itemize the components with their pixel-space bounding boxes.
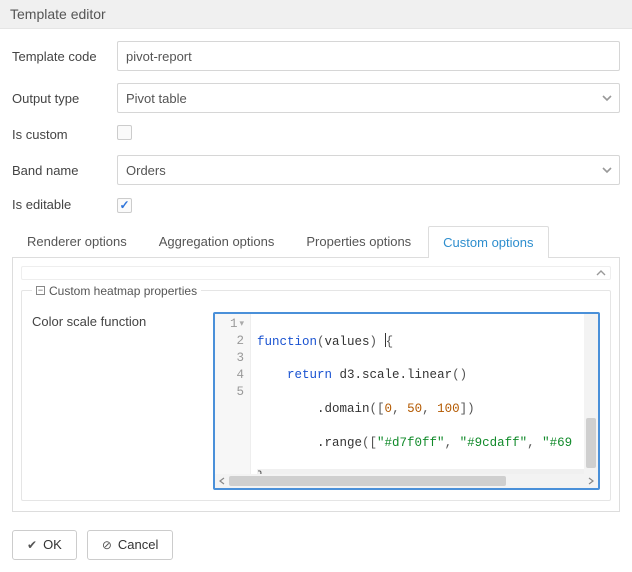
ok-button[interactable]: ✔ OK	[12, 530, 77, 560]
is-editable-label: Is editable	[12, 197, 117, 212]
editor-vertical-scrollbar[interactable]	[584, 314, 598, 474]
code-editor[interactable]: 1▾ 2 3 4 5 function(values) { return d3.…	[213, 312, 600, 490]
scroll-right-icon[interactable]	[584, 474, 598, 488]
scroll-left-icon[interactable]	[215, 474, 229, 488]
editor-horizontal-scrollbar[interactable]	[215, 474, 598, 488]
chevron-up-icon	[596, 268, 606, 278]
code-area[interactable]: function(values) { return d3.scale.linea…	[251, 314, 598, 474]
output-type-dropdown-trigger[interactable]	[598, 89, 616, 107]
color-scale-function-label: Color scale function	[32, 312, 207, 490]
chevron-down-icon	[601, 92, 613, 104]
custom-heatmap-legend: − Custom heatmap properties	[32, 284, 201, 298]
cancel-button-label: Cancel	[118, 537, 158, 552]
cancel-button[interactable]: ⊘ Cancel	[87, 530, 174, 560]
band-name-label: Band name	[12, 163, 117, 178]
tab-properties-options[interactable]: Properties options	[291, 225, 426, 257]
tab-panel-custom-options: − Custom heatmap properties Color scale …	[12, 258, 620, 512]
template-code-label: Template code	[12, 49, 117, 64]
output-type-select[interactable]	[117, 83, 620, 113]
panel-scroll-up[interactable]	[21, 266, 611, 280]
template-code-input[interactable]	[117, 41, 620, 71]
tab-custom-options[interactable]: Custom options	[428, 226, 548, 258]
window-title: Template editor	[0, 0, 632, 29]
collapse-icon[interactable]: −	[36, 286, 45, 295]
output-type-label: Output type	[12, 91, 117, 106]
custom-heatmap-legend-text: Custom heatmap properties	[49, 284, 197, 298]
is-custom-label: Is custom	[12, 127, 117, 142]
is-editable-checkbox[interactable]	[117, 198, 132, 213]
band-name-dropdown-trigger[interactable]	[598, 161, 616, 179]
cancel-icon: ⊘	[102, 538, 112, 552]
tab-aggregation-options[interactable]: Aggregation options	[144, 225, 290, 257]
options-tabs: Renderer options Aggregation options Pro…	[12, 225, 620, 258]
dialog-buttons: ✔ OK ⊘ Cancel	[0, 520, 632, 572]
custom-heatmap-fieldset: − Custom heatmap properties Color scale …	[21, 284, 611, 501]
ok-button-label: OK	[43, 537, 62, 552]
form-body: Template code Output type Is custom Band…	[0, 29, 632, 520]
chevron-down-icon	[601, 164, 613, 176]
code-gutter: 1▾ 2 3 4 5	[215, 314, 251, 474]
check-icon: ✔	[27, 538, 37, 552]
is-custom-checkbox[interactable]	[117, 125, 132, 140]
tab-renderer-options[interactable]: Renderer options	[12, 225, 142, 257]
band-name-select[interactable]	[117, 155, 620, 185]
